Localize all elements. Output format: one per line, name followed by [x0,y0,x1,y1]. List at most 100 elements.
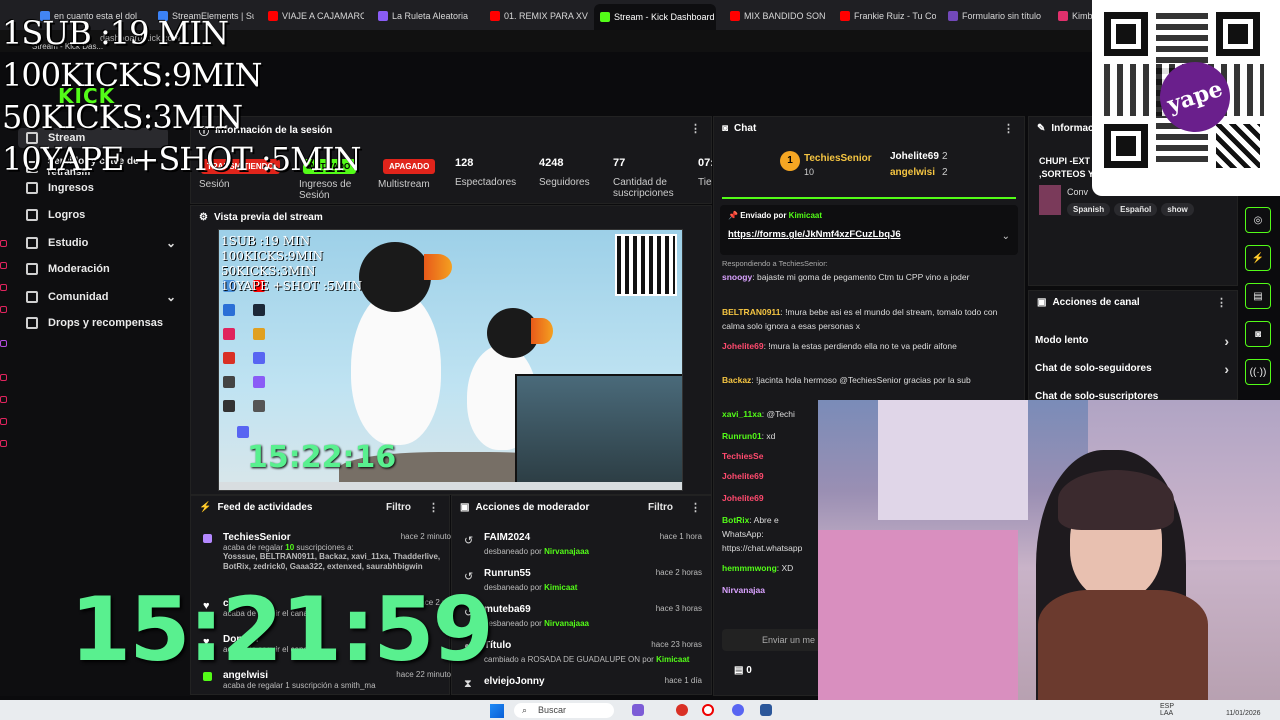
wrench-icon [26,263,38,275]
sidebar-item-moderacion[interactable]: Moderación [26,263,176,275]
chat-input[interactable]: Enviar un me [722,629,822,651]
taskbar-search[interactable]: ⌕ Buscar [514,703,614,718]
more-options-icon[interactable]: ⋮ [428,501,439,514]
webcam-preview [515,374,682,490]
tab-favicon-icon [268,11,278,21]
webcam-overlay [818,400,1280,705]
browser-tab[interactable]: Formulario sin título [948,6,1044,26]
rail-icon[interactable] [0,306,7,313]
stat-session-income: Ingresos de Sesión [299,179,352,201]
app-icon[interactable] [676,704,688,716]
broadcast-icon: ((·)) [1249,366,1267,378]
filter-button[interactable]: Filtro [386,502,411,513]
more-options-icon[interactable]: ⋮ [1216,296,1227,309]
panel-title: ▣ Acciones de canal [1037,297,1140,308]
rail-icon[interactable] [0,396,7,403]
drops-icon [26,317,38,329]
followers-only-toggle[interactable]: Chat de solo-seguidores › [1035,361,1235,377]
stream-preview-video[interactable]: 1SUB :19 MIN 100KICKS:9MIN 50KICKS:3MIN … [218,229,683,491]
more-options-icon[interactable]: ⋮ [690,122,701,135]
rank-badge: 1 [780,151,800,171]
channel-actions-panel: ▣ Acciones de canal ⋮ Modo lento › Chat de… [1028,290,1238,402]
rail-icon[interactable] [0,440,7,447]
rail-icon[interactable] [0,240,7,247]
tag[interactable]: Spanish [1067,203,1111,216]
language-indicator[interactable]: ESP LAA [1160,703,1178,717]
stat-multistream: Multistream [378,179,430,190]
pinned-link[interactable]: https://forms.gle/JkNmf4xzFCuzLbqJ6 [728,229,901,240]
more-options-icon[interactable]: ⋮ [690,501,701,514]
top-gifter-name[interactable]: TechiesSenior [804,153,872,164]
word-icon[interactable] [760,704,772,716]
chevron-down-icon[interactable]: ⌄ [1002,231,1010,242]
app-icon[interactable] [632,704,644,716]
rail-icon[interactable] [0,284,7,291]
slow-mode-toggle[interactable]: Modo lento › [1035,333,1235,349]
rail-icon[interactable] [0,374,7,381]
tab-favicon-icon [490,11,500,21]
trophy-icon [26,209,38,221]
stream-title: CHUPI -EXT ,SORTEOS Y [1039,156,1094,179]
more-options-icon[interactable]: ⋮ [1003,122,1014,135]
sidebar-item-logros[interactable]: Logros [26,209,176,221]
desktop-icon [253,328,265,340]
browser-tab[interactable]: 01. REMIX PARA XV A [490,6,590,26]
chevron-down-icon: ⌄ [165,290,176,304]
search-icon: ⌕ [522,705,528,715]
chat-message: BELTRAN0911: !mura bebe asi es el mundo … [722,307,998,331]
wall [878,400,1028,520]
rail-icon[interactable] [0,340,7,347]
windows-start-icon[interactable] [490,704,504,718]
person-shirt [1038,590,1208,705]
sidebar-item-drops[interactable]: Drops y recompensas [26,317,176,329]
sidebar-item-comunidad[interactable]: Comunidad ⌄ [26,290,176,304]
chat-message: Johelite69: !mura la estas perdiendo ell… [722,341,957,351]
puffin-beak [424,254,452,280]
tag[interactable]: Español [1114,203,1158,216]
browser-tab[interactable]: La Ruleta Aleatoria [378,6,484,26]
money-icon [26,182,38,194]
tab-favicon-icon [840,11,850,21]
bed [818,530,1018,705]
gifter-name[interactable]: Johelite69 [890,151,939,162]
chat-message: snoogy: bajaste mi goma de pegamento Ctm… [722,272,970,282]
sidebar-item-ingresos[interactable]: Ingresos [26,182,176,194]
desktop-icon [223,328,235,340]
gift-icon [203,534,212,543]
quick-action-button[interactable]: ⚡ [1245,245,1271,271]
taskbar-date[interactable]: 11/01/2026 [1226,710,1261,717]
gifter-name[interactable]: angelwisi [890,167,935,178]
quick-action-button[interactable]: ◎ [1245,207,1271,233]
desktop-icon [237,426,249,438]
quick-action-button[interactable]: ◙ [1245,321,1271,347]
quick-action-button[interactable]: ((·)) [1245,359,1271,385]
tag[interactable]: show [1161,203,1194,216]
preview-overlay-text: 1SUB :19 MIN 100KICKS:9MIN 50KICKS:3MIN … [221,234,363,293]
browser-tab[interactable]: Frankie Ruiz - Tu Con [840,6,936,26]
discord-icon[interactable] [732,704,744,716]
rail-icon[interactable] [0,418,7,425]
pin-icon: 📌 [728,211,738,220]
panel-title: ▣ Acciones de moderador [460,502,590,513]
quick-action-button[interactable]: ▤ [1245,283,1271,309]
tag-list: Spanish Español show [1067,203,1194,216]
puffin-beak [531,318,553,344]
puffin-head [359,242,431,312]
windows-taskbar: ⌕ Buscar ESP LAA 11/01/2026 [0,700,1280,720]
wrench-icon: ✎ [1037,123,1046,134]
browser-tab[interactable]: VIAJE A CAJAMARCA [268,6,364,26]
opera-icon[interactable] [702,704,714,716]
chat-message: BotRix: Abre e WhatsApp: https://chat.wh… [722,515,803,553]
preview-clock: 15:22:16 [247,440,397,475]
rail-icon[interactable] [0,262,7,269]
category-name: Conv [1067,187,1089,197]
gifter-count: 2 [942,167,948,178]
overlay-text-line: 100KICKS:9MIN [2,56,262,94]
tab-favicon-icon [1058,11,1068,21]
filter-button[interactable]: Filtro [648,502,673,513]
sidebar-item-estudio[interactable]: Estudio ⌄ [26,236,176,250]
pinned-message: 📌 Enviado por Kimicaat https://forms.gle… [720,205,1018,255]
browser-tab[interactable]: MIX BANDIDO SON D [730,6,826,26]
browser-tab-active[interactable]: Stream - Kick Dashboard [594,4,716,30]
undo-icon: ↺ [464,535,474,547]
